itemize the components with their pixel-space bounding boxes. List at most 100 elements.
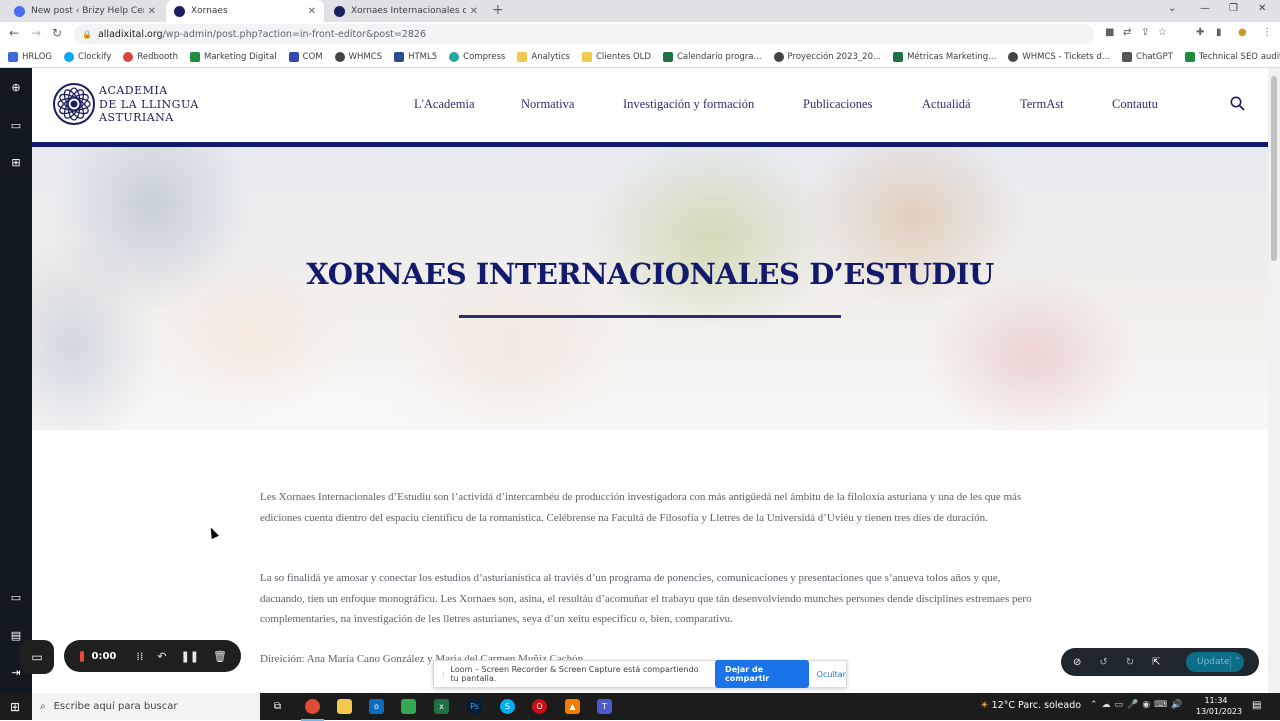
system-tray-icons[interactable]: ⌃☁▭🎤◉⌨🔊 [1090, 700, 1186, 710]
scrollbar-thumb[interactable] [1271, 76, 1277, 261]
bookmark-compress[interactable]: Compress [449, 51, 505, 62]
chevron-up-icon[interactable]: ⌃ [1234, 656, 1241, 665]
stop-recording-button[interactable] [80, 650, 84, 662]
chrome-app-icon[interactable] [301, 699, 324, 721]
notifications-icon[interactable]: ▤ [1252, 700, 1261, 711]
profile-avatar[interactable]: ● [1238, 27, 1247, 38]
url-input[interactable]: 🔒 alladixital.org/wp-admin/post.php?acti… [74, 24, 1094, 44]
excel-icon[interactable]: x [434, 699, 449, 714]
bookmark-marketing-digital[interactable]: Marketing Digital [190, 51, 277, 62]
tab-brizy-help[interactable]: New post ‹ Brizy Help Center ✕ [6, 0, 164, 22]
delete-icon[interactable]: 🗑 [213, 650, 227, 663]
page-settings-icon[interactable]: ▤ [9, 629, 23, 643]
translate-icon[interactable]: ⇄ [1123, 27, 1131, 38]
loom-camera-button[interactable]: ▭ [20, 640, 54, 674]
academia-logo-icon[interactable] [52, 82, 96, 126]
windows-start-icon[interactable]: ⊞ [10, 700, 20, 714]
stop-sharing-button[interactable]: Dejar de compartir [715, 660, 809, 688]
close-tab-icon[interactable]: ✕ [470, 6, 478, 17]
back-arrow-icon[interactable]: ← [9, 26, 19, 40]
bookmark-label: WHMCS [348, 51, 383, 62]
page-title: XORNAES INTERNACIONALES D’ESTUDIU [306, 257, 994, 291]
tab-search-chevron-icon[interactable]: ⌄ [1168, 3, 1176, 14]
eye-off-icon[interactable]: ⊘ [1073, 657, 1081, 668]
bookmark-whmcs-tickets[interactable]: WHMCS - Tickets d... [1008, 51, 1110, 62]
bookmark-label: Analytics [531, 51, 570, 62]
minimize-icon[interactable]: — [1200, 3, 1210, 14]
add-element-icon[interactable]: ⊕ [9, 81, 23, 95]
bookmark-metricas[interactable]: Métricas Marketing... [893, 51, 996, 62]
taskbar-clock[interactable]: 11:34 13/01/2023 [1196, 695, 1242, 717]
bookmark-hrlog[interactable]: HRLOG [8, 51, 52, 62]
logo-wordmark[interactable]: ACADEMIA DE LA LLINGUA ASTURIANA [99, 84, 199, 125]
notepad-icon[interactable] [401, 699, 416, 714]
restart-icon[interactable]: ↶ [157, 650, 166, 663]
bookmark-proyeccion[interactable]: Proyección 2023_20... [773, 51, 881, 62]
update-button[interactable]: Update ⌃ [1186, 652, 1244, 672]
bookmark-icon [773, 51, 784, 62]
folder-icon [517, 51, 528, 62]
undo-icon[interactable]: ↺ [1099, 657, 1107, 668]
bookmark-chatgpt[interactable]: ChatGPT [1122, 51, 1173, 62]
close-tab-icon[interactable]: ✕ [148, 6, 156, 17]
hero-banner[interactable]: XORNAES INTERNACIONALES D’ESTUDIU [32, 147, 1268, 430]
file-explorer-icon[interactable] [337, 699, 352, 714]
nav-item-academia[interactable]: L'Academia [414, 97, 475, 112]
close-window-icon[interactable]: ✕ [1258, 3, 1266, 14]
nav-item-normativa[interactable]: Normativa [521, 97, 574, 112]
bookmark-whmcs[interactable]: WHMCS [334, 51, 383, 62]
bookmark-com[interactable]: COM [288, 51, 323, 62]
restore-icon[interactable]: ❐ [1229, 3, 1238, 14]
drag-handle-icon[interactable]: ⁞⁞ [136, 650, 143, 663]
nav-item-termast[interactable]: TermAst [1020, 97, 1064, 112]
side-panel-icon[interactable]: ▮ [1216, 27, 1222, 38]
hide-link[interactable]: Ocultar [817, 670, 846, 679]
browser-menu-icon[interactable]: ⋮ [1262, 27, 1272, 38]
blocks-icon[interactable]: ▭ [9, 119, 23, 133]
bookmark-html5[interactable]: HTML5 [394, 51, 438, 62]
reload-icon[interactable]: ↻ [52, 26, 62, 40]
external-preview-icon[interactable]: ⇱ [1152, 657, 1160, 668]
bookmark-clientes-old[interactable]: Clientes OLD [581, 51, 651, 62]
nav-item-actualida[interactable]: Actualidá [922, 97, 971, 112]
bookmark-technical-seo[interactable]: Technical SEO audit... [1184, 51, 1280, 62]
weather-widget[interactable]: ☀ 12°C Parc. soleado [980, 700, 1081, 711]
teams-icon[interactable]: T [597, 699, 612, 714]
opera-icon[interactable]: O [532, 699, 547, 714]
forward-arrow-icon[interactable]: → [31, 26, 41, 40]
close-tab-icon[interactable]: ✕ [308, 6, 316, 17]
nav-item-investigacion[interactable]: Investigación y formación [623, 97, 754, 112]
photoshop-icon[interactable]: Ps [467, 699, 482, 714]
search-placeholder: Escribe aquí para buscar [53, 701, 178, 712]
bookmark-star-icon[interactable]: ☆ [1158, 27, 1167, 38]
bookmark-icon [893, 51, 904, 62]
redo-icon[interactable]: ↻ [1126, 657, 1134, 668]
page-scrollbar[interactable] [1268, 68, 1280, 693]
vlc-icon[interactable]: ▲ [565, 699, 580, 714]
tab-xornaes-internacionales[interactable]: Xornaes Internacionales d'Estudi ✕ [326, 0, 486, 22]
search-icon[interactable] [1230, 96, 1245, 111]
task-view-icon[interactable]: ⧉ [270, 699, 285, 714]
taskbar-search-input[interactable]: ⌕ Escribe aquí para buscar [32, 693, 260, 720]
device-preview-icon[interactable]: ▭ [9, 591, 23, 605]
outlook-icon[interactable]: o [369, 699, 384, 714]
layout-icon[interactable]: ⊞ [9, 156, 23, 170]
drag-grip-icon[interactable]: ⁞ [442, 670, 445, 679]
tab-xornaes[interactable]: Xornaes ✕ [166, 0, 324, 22]
bookmark-label: HTML5 [408, 51, 438, 62]
nav-item-contautu[interactable]: Contautu [1112, 97, 1158, 112]
nav-item-publicaciones[interactable]: Publicaciones [803, 97, 872, 112]
extensions-puzzle-icon[interactable]: ✚ [1196, 27, 1204, 38]
bookmark-calendario[interactable]: Calendario progra... [662, 51, 762, 62]
bookmark-label: Calendario progra... [676, 51, 762, 62]
site-header: ACADEMIA DE LA LLINGUA ASTURIANA L'Acade… [32, 68, 1268, 142]
bookmark-redbooth[interactable]: Redbooth [123, 51, 178, 62]
skype-icon[interactable]: S [500, 699, 515, 714]
new-tab-icon[interactable]: + [492, 2, 504, 18]
camera-icon: ▭ [31, 650, 43, 664]
pause-icon[interactable]: ❚❚ [181, 650, 199, 663]
share-icon[interactable]: ⇪ [1141, 27, 1149, 38]
camera-extension-icon[interactable]: ■ [1105, 27, 1114, 38]
bookmark-clockify[interactable]: Clockify [64, 51, 111, 62]
bookmark-analytics[interactable]: Analytics [517, 51, 570, 62]
